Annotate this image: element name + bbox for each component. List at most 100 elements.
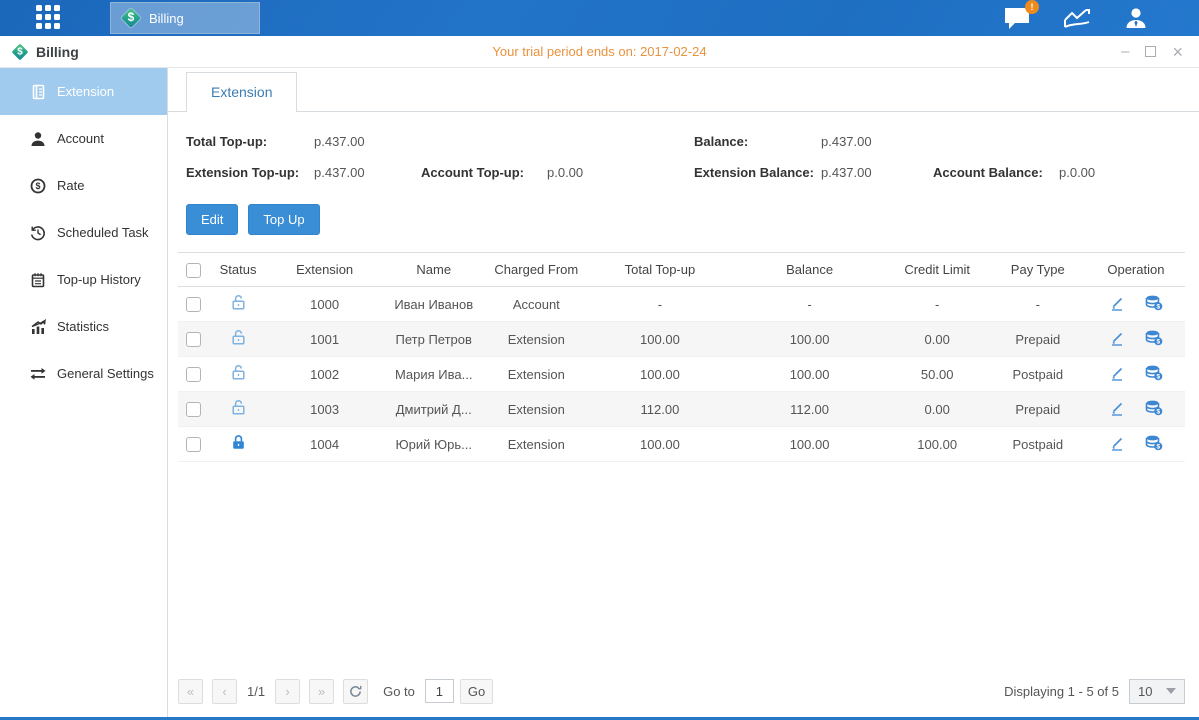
displaying-text: Displaying 1 - 5 of 5	[1004, 684, 1119, 699]
account-balance-label: Account Balance:	[933, 165, 1059, 180]
sidebar-item-extension[interactable]: Extension	[0, 68, 167, 115]
extension-icon	[30, 84, 46, 100]
go-button[interactable]: Go	[460, 679, 493, 704]
topup-button[interactable]: Top Up	[248, 204, 319, 235]
sidebar-item-label: Statistics	[57, 319, 109, 334]
cell-charged-from: Account	[486, 287, 586, 322]
sidebar-item-scheduled-task[interactable]: Scheduled Task	[0, 209, 167, 256]
row-checkbox[interactable]	[186, 332, 201, 347]
prev-page-button[interactable]: ‹	[212, 679, 237, 704]
next-page-button[interactable]: ›	[275, 679, 300, 704]
extension-topup-value: p.437.00	[314, 165, 421, 180]
taskbar-right: !	[1003, 6, 1149, 30]
cell-charged-from: Extension	[486, 427, 586, 462]
refresh-button[interactable]	[343, 679, 368, 704]
svg-text:$: $	[1156, 338, 1160, 345]
table-row: 1003 Дмитрий Д... Extension 112.00 112.0…	[178, 392, 1185, 427]
cell-pay-type: Prepaid	[989, 392, 1087, 427]
page-size-select[interactable]: 10	[1129, 679, 1185, 704]
tab-extension[interactable]: Extension	[186, 72, 297, 112]
cell-extension: 1002	[268, 357, 381, 392]
row-checkbox[interactable]	[186, 402, 201, 417]
sidebar-item-rate[interactable]: $ Rate	[0, 162, 167, 209]
goto-label: Go to	[383, 684, 415, 699]
edit-row-icon[interactable]	[1109, 400, 1125, 416]
sidebar-item-general-settings[interactable]: General Settings	[0, 350, 167, 397]
last-page-button[interactable]: »	[309, 679, 334, 704]
edit-button[interactable]: Edit	[186, 204, 238, 235]
sidebar-item-label: Extension	[57, 84, 114, 99]
cell-pay-type: -	[989, 287, 1087, 322]
edit-row-icon[interactable]	[1109, 435, 1125, 451]
page-size-value: 10	[1138, 684, 1152, 699]
edit-row-icon[interactable]	[1109, 295, 1125, 311]
status-lock-icon[interactable]	[230, 294, 247, 311]
cell-total-topup: 100.00	[586, 322, 733, 357]
cell-balance: 100.00	[734, 357, 886, 392]
topup-row-icon[interactable]: $	[1145, 295, 1163, 311]
header-operation: Operation	[1087, 253, 1185, 287]
sidebar-item-account[interactable]: Account	[0, 115, 167, 162]
topup-row-icon[interactable]: $	[1145, 400, 1163, 416]
table-row: 1004 Юрий Юрь... Extension 100.00 100.00…	[178, 427, 1185, 462]
sidebar-item-topup-history[interactable]: Top-up History	[0, 256, 167, 303]
status-lock-icon[interactable]	[230, 364, 247, 381]
cell-credit-limit: 100.00	[886, 427, 989, 462]
row-checkbox[interactable]	[186, 437, 201, 452]
notification-badge: !	[1025, 0, 1039, 14]
total-topup-label: Total Top-up:	[186, 134, 314, 149]
select-all-checkbox[interactable]	[186, 263, 201, 278]
account-topup-value: p.0.00	[547, 165, 694, 180]
svg-text:$: $	[35, 181, 40, 191]
sidebar-item-label: General Settings	[57, 366, 154, 381]
first-page-button[interactable]: «	[178, 679, 203, 704]
status-lock-icon[interactable]	[230, 329, 247, 346]
main-area: Extension Account $ Rate Scheduled Ta	[0, 68, 1199, 717]
row-checkbox[interactable]	[186, 297, 201, 312]
close-icon[interactable]: ×	[1172, 43, 1183, 61]
account-icon	[30, 131, 46, 147]
goto-page-input[interactable]	[425, 679, 454, 703]
cell-total-topup: -	[586, 287, 733, 322]
header-name: Name	[381, 253, 486, 287]
cell-balance: 112.00	[734, 392, 886, 427]
status-lock-icon[interactable]	[230, 399, 247, 416]
reports-chart-icon[interactable]	[1063, 6, 1091, 30]
taskbar-item-billing[interactable]: $ Billing	[110, 2, 260, 34]
maximize-icon[interactable]	[1145, 46, 1156, 57]
minimize-icon[interactable]: –	[1121, 44, 1129, 59]
header-total-topup: Total Top-up	[586, 253, 733, 287]
account-topup-label: Account Top-up:	[421, 165, 547, 180]
user-account-icon[interactable]	[1123, 6, 1149, 30]
cell-credit-limit: -	[886, 287, 989, 322]
balance-label: Balance:	[694, 134, 821, 149]
cell-total-topup: 100.00	[586, 427, 733, 462]
general-settings-icon	[30, 366, 46, 382]
cell-charged-from: Extension	[486, 357, 586, 392]
window-title: Billing	[36, 44, 79, 60]
topup-row-icon[interactable]: $	[1145, 435, 1163, 451]
app-grid-icon[interactable]	[36, 5, 66, 31]
topup-row-icon[interactable]: $	[1145, 365, 1163, 381]
window-titlebar: $ Billing Your trial period ends on: 201…	[0, 36, 1199, 68]
edit-row-icon[interactable]	[1109, 365, 1125, 381]
topup-row-icon[interactable]: $	[1145, 330, 1163, 346]
edit-row-icon[interactable]	[1109, 330, 1125, 346]
sidebar-item-label: Scheduled Task	[57, 225, 149, 240]
total-topup-value: p.437.00	[314, 134, 694, 149]
extension-balance-value: p.437.00	[821, 165, 933, 180]
status-lock-icon[interactable]	[230, 434, 247, 451]
row-checkbox[interactable]	[186, 367, 201, 382]
sidebar-item-statistics[interactable]: Statistics	[0, 303, 167, 350]
cell-charged-from: Extension	[486, 392, 586, 427]
window-controls: – ×	[1121, 43, 1183, 61]
sidebar-item-label: Top-up History	[57, 272, 141, 287]
cell-extension: 1003	[268, 392, 381, 427]
header-pay-type: Pay Type	[989, 253, 1087, 287]
refresh-icon	[349, 685, 362, 698]
cell-charged-from: Extension	[486, 322, 586, 357]
header-balance: Balance	[734, 253, 886, 287]
trial-notice: Your trial period ends on: 2017-02-24	[0, 44, 1199, 59]
cell-extension: 1001	[268, 322, 381, 357]
messages-icon[interactable]: !	[1003, 6, 1031, 30]
